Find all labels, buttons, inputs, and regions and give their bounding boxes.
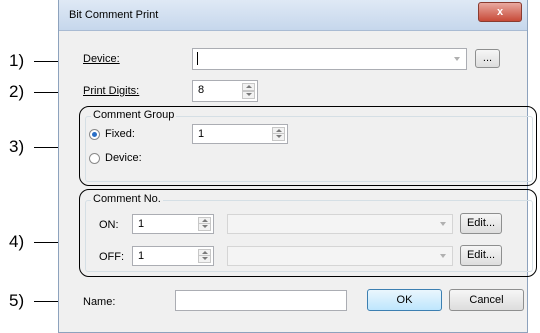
callout-3: 3) [9, 137, 25, 156]
name-label: Name: [83, 296, 116, 308]
device-label: Device: [83, 53, 120, 65]
comment-no-title: Comment No. [91, 193, 163, 205]
off-label: OFF: [99, 251, 125, 263]
device-radio[interactable] [89, 153, 100, 164]
close-button[interactable]: x [478, 2, 522, 22]
callout-1: 1) [9, 51, 25, 70]
fixed-value: 1 [198, 128, 205, 140]
name-input[interactable] [175, 290, 347, 311]
close-icon: x [496, 6, 504, 18]
title-bar: Bit Comment Print x [59, 0, 527, 31]
spin-up-icon[interactable] [242, 83, 255, 91]
device-radio-label: Device: [105, 152, 142, 164]
device-combo[interactable] [192, 48, 467, 70]
on-stepper[interactable]: 1 [132, 214, 214, 234]
comment-group-box [85, 116, 533, 182]
comment-group-title: Comment Group [91, 109, 177, 121]
on-edit-button[interactable]: Edit... [460, 213, 502, 234]
off-value: 1 [138, 250, 145, 262]
text-caret [197, 52, 198, 65]
bit-comment-print-dialog: Bit Comment Print x Device: ... Print Di… [58, 0, 537, 333]
cancel-button[interactable]: Cancel [449, 289, 524, 311]
print-digits-value: 8 [198, 84, 205, 96]
off-stepper[interactable]: 1 [132, 246, 214, 266]
callout-5: 5) [9, 291, 25, 310]
callout-2: 2) [9, 82, 25, 101]
on-label: ON: [99, 219, 119, 231]
dialog-title: Bit Comment Print [69, 9, 159, 21]
spin-down-icon[interactable] [198, 255, 211, 263]
off-comment-combo [227, 246, 453, 266]
on-comment-combo [227, 214, 453, 234]
chevron-down-icon [440, 254, 446, 258]
spin-down-icon[interactable] [198, 223, 211, 231]
fixed-stepper[interactable]: 1 [192, 124, 288, 144]
print-digits-stepper[interactable]: 8 [192, 80, 258, 102]
fixed-radio[interactable] [89, 129, 100, 140]
spin-down-icon[interactable] [242, 91, 255, 99]
spin-down-icon[interactable] [272, 133, 285, 141]
chevron-down-icon [440, 222, 446, 226]
off-edit-button[interactable]: Edit... [460, 245, 502, 266]
device-browse-button[interactable]: ... [475, 49, 500, 68]
chevron-down-icon [454, 57, 460, 61]
fixed-label: Fixed: [105, 128, 135, 140]
callout-4: 4) [9, 232, 25, 251]
print-digits-label: Print Digits: [83, 85, 140, 97]
ok-button[interactable]: OK [367, 289, 442, 311]
on-value: 1 [138, 218, 145, 230]
